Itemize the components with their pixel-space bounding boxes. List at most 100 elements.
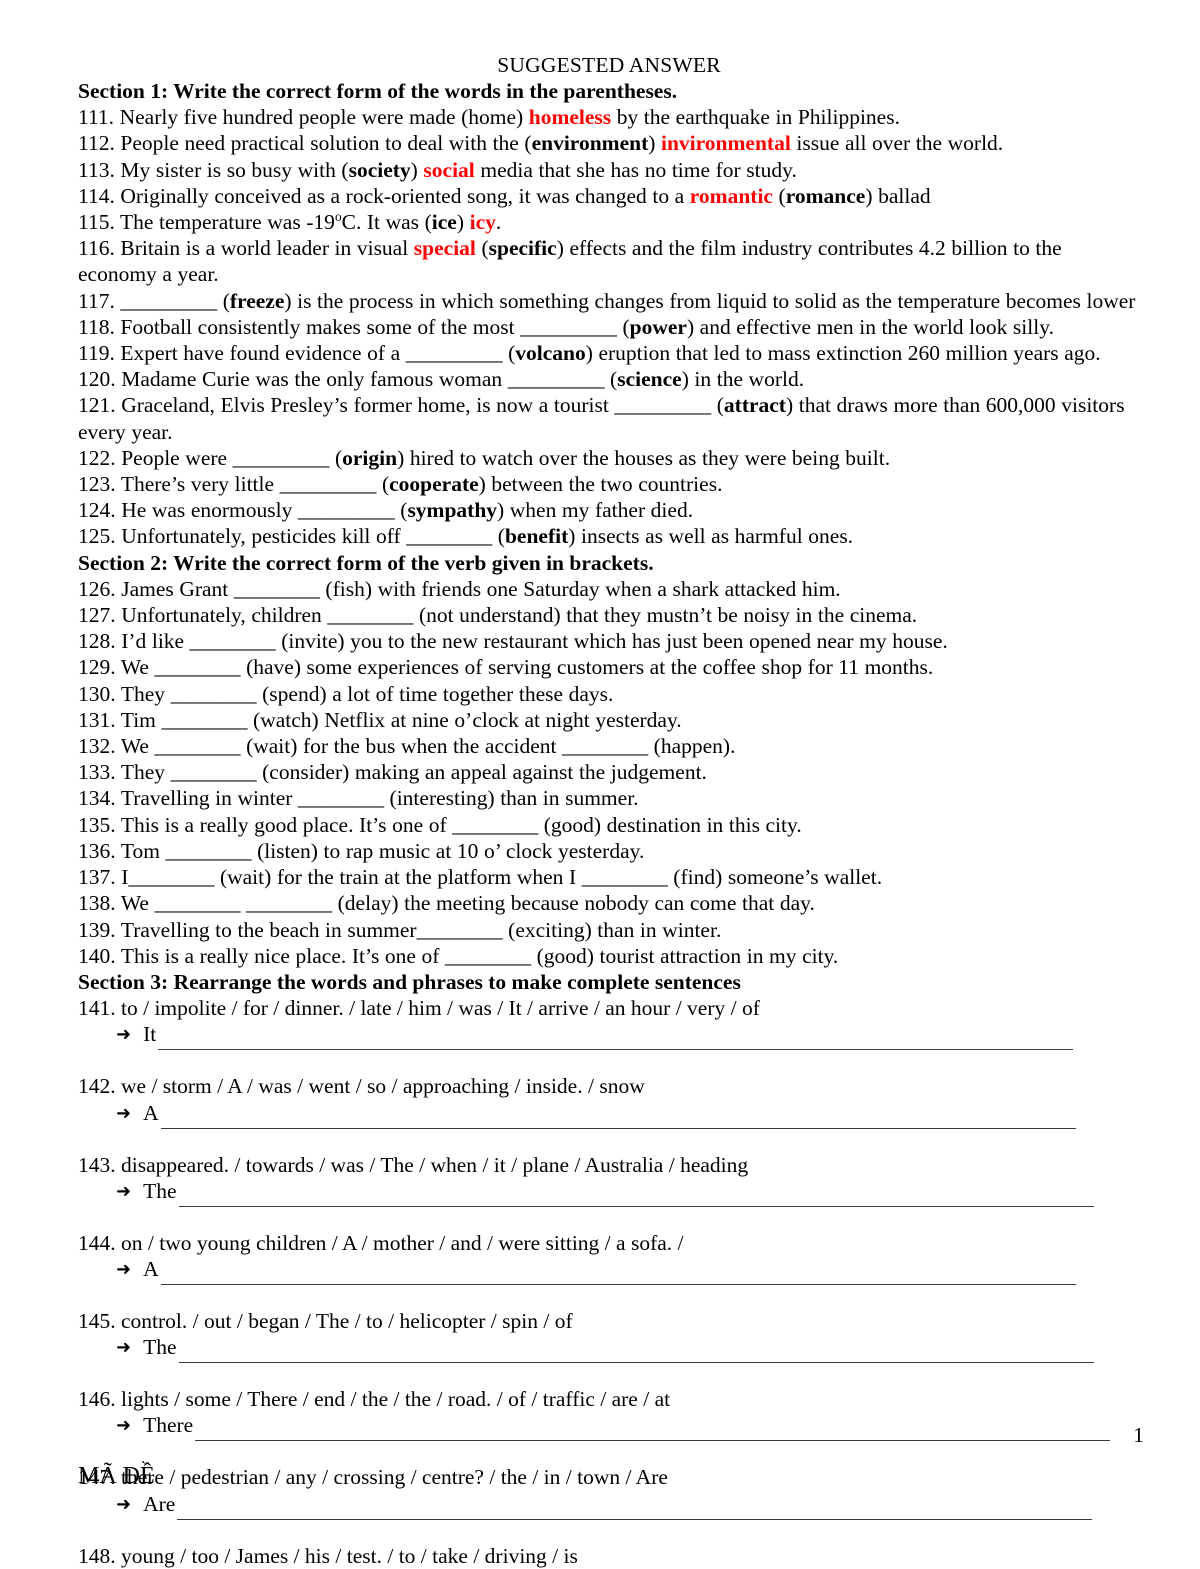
question-number: 146. xyxy=(78,1387,121,1412)
answer-line[interactable]: ➜ Are xyxy=(78,1491,1140,1525)
arrow-right-icon: ➜ xyxy=(116,1024,132,1046)
item-spacer xyxy=(78,1134,1140,1152)
question-number: 111. xyxy=(78,105,120,130)
question-text: ) is the process in which something chan… xyxy=(284,288,1136,313)
rearrange-item: 144. on / two young children / A / mothe… xyxy=(78,1230,1140,1308)
question-number: 126. xyxy=(78,576,122,601)
answer-blank-rule[interactable] xyxy=(177,1518,1093,1520)
question-item: 127. Unfortunately, children ________ (n… xyxy=(78,602,1140,628)
rearrange-prompt: 146. lights / some / There / end / the /… xyxy=(78,1386,1140,1412)
question-number: 128. xyxy=(78,629,122,654)
question-text: People were _________ ( xyxy=(121,445,343,470)
question-text: ) when my father died. xyxy=(497,498,694,523)
answer-line[interactable]: ➜ A xyxy=(78,1100,1140,1134)
answer-blank-rule[interactable] xyxy=(160,1283,1076,1285)
cue-word: society xyxy=(348,157,411,182)
question-text: ) and effective men in the world look si… xyxy=(686,314,1054,339)
question-text: _________ ( xyxy=(120,288,230,313)
question-text: Unfortunately, children ________ (not un… xyxy=(121,603,918,628)
question-item: 129. We ________ (have) some experiences… xyxy=(78,654,1140,680)
question-text: ( xyxy=(772,183,786,208)
question-text: I________ (wait) for the train at the pl… xyxy=(121,865,883,890)
question-item: 122. People were _________ (origin) hire… xyxy=(78,445,1140,471)
answer-word: icy xyxy=(469,210,496,235)
cue-word: benefit xyxy=(504,524,569,549)
answer-blank-rule[interactable] xyxy=(158,1049,1074,1051)
question-item: 130. They ________ (spend) a lot of time… xyxy=(78,681,1140,707)
item-spacer xyxy=(78,1368,1140,1386)
rearrange-item: 142. we / storm / A / was / went / so / … xyxy=(78,1073,1140,1151)
question-number: 136. xyxy=(78,838,121,863)
question-item: 117. _________ (freeze) is the process i… xyxy=(78,288,1140,314)
exam-code-footer: MÃ ĐỀ xyxy=(78,1463,155,1489)
rearrange-prompt: 144. on / two young children / A / mothe… xyxy=(78,1230,1140,1256)
question-item: 123. There’s very little _________ (coop… xyxy=(78,471,1140,497)
scrambled-words: lights / some / There / end / the / the … xyxy=(121,1387,671,1412)
question-text: ) ballad xyxy=(865,183,931,208)
question-number: 120. xyxy=(78,367,122,392)
question-text: This is a really good place. It’s one of… xyxy=(120,812,802,837)
question-item: 134. Travelling in winter ________ (inte… xyxy=(78,785,1140,811)
item-spacer xyxy=(78,1290,1140,1308)
scrambled-words: we / storm / A / was / went / so / appro… xyxy=(121,1074,645,1099)
question-number: 117. xyxy=(78,288,121,313)
scrambled-words: young / too / James / his / test. / to /… xyxy=(121,1543,578,1568)
question-text: ) between the two countries. xyxy=(478,472,723,497)
cue-word: attract xyxy=(723,393,786,418)
item-spacer xyxy=(78,1212,1140,1230)
question-item: 121. Graceland, Elvis Presley’s former h… xyxy=(78,392,1140,444)
answer-blank-rule[interactable] xyxy=(195,1440,1111,1442)
answer-blank-rule[interactable] xyxy=(178,1205,1094,1207)
answer-line[interactable]: ➜ A xyxy=(78,1256,1140,1290)
question-item: 125. Unfortunately, pesticides kill off … xyxy=(78,523,1140,549)
answer-line[interactable]: ➜ The xyxy=(78,1334,1140,1368)
question-number: 112. xyxy=(78,131,121,156)
scrambled-words: to / impolite / for / dinner. / late / h… xyxy=(121,996,760,1021)
rearrange-prompt: 142. we / storm / A / was / went / so / … xyxy=(78,1073,1140,1099)
arrow-right-icon: ➜ xyxy=(116,1102,132,1124)
section2-questions: 126. James Grant ________ (fish) with fr… xyxy=(78,576,1140,969)
cue-word: ice xyxy=(431,210,457,235)
question-number: 129. xyxy=(78,655,121,680)
degree-symbol: o xyxy=(334,208,342,224)
cue-word: power xyxy=(629,314,687,339)
question-number: 141. xyxy=(78,996,121,1021)
answer-line[interactable]: ➜ The xyxy=(78,1178,1140,1212)
question-text: by the earthquake in Philippines. xyxy=(611,105,900,130)
rearrange-item: 145. control. / out / began / The / to /… xyxy=(78,1308,1140,1386)
question-text: My sister is so busy with ( xyxy=(120,157,349,182)
answer-line[interactable]: ➜ It xyxy=(78,1021,1140,1055)
question-item: 116. Britain is a world leader in visual… xyxy=(78,235,1140,287)
cue-word: freeze xyxy=(229,288,285,313)
answer-blank-rule[interactable] xyxy=(178,1362,1094,1364)
answer-blank-rule[interactable] xyxy=(160,1127,1076,1129)
answer-lead-word: A xyxy=(143,1256,159,1281)
question-text: ) xyxy=(410,157,424,182)
question-text: I’d like ________ (invite) you to the ne… xyxy=(121,629,948,654)
scrambled-words: there / pedestrian / any / crossing / ce… xyxy=(121,1465,668,1490)
answer-lead-word: The xyxy=(143,1178,177,1203)
question-item: 114. Originally conceived as a rock-orie… xyxy=(78,183,1140,209)
question-item: 113. My sister is so busy with (society)… xyxy=(78,157,1140,183)
page-title: SUGGESTED ANSWER xyxy=(497,53,721,77)
question-text: People need practical solution to deal w… xyxy=(120,131,532,156)
question-text: We ________ ________ (delay) the meeting… xyxy=(120,891,815,916)
question-text: media that she has no time for study. xyxy=(474,157,797,182)
cue-word: specific xyxy=(488,236,557,261)
question-text: issue all over the world. xyxy=(790,131,1004,156)
question-number: 133. xyxy=(78,760,121,785)
question-text: The temperature was -19 xyxy=(120,210,335,235)
question-number: 132. xyxy=(78,734,121,759)
question-number: 134. xyxy=(78,786,121,811)
cue-word: environment xyxy=(531,131,649,156)
question-text: We ________ (have) some experiences of s… xyxy=(120,655,934,680)
question-number: 148. xyxy=(78,1543,121,1568)
answer-line[interactable]: ➜ There xyxy=(78,1412,1140,1446)
question-text: ) insects as well as harmful ones. xyxy=(568,524,854,549)
question-number: 145. xyxy=(78,1308,121,1333)
arrow-right-icon: ➜ xyxy=(116,1180,132,1202)
question-number: 124. xyxy=(78,498,122,523)
cue-word: origin xyxy=(342,445,398,470)
question-number: 119. xyxy=(78,341,121,366)
rearrange-item: 141. to / impolite / for / dinner. / lat… xyxy=(78,995,1140,1073)
